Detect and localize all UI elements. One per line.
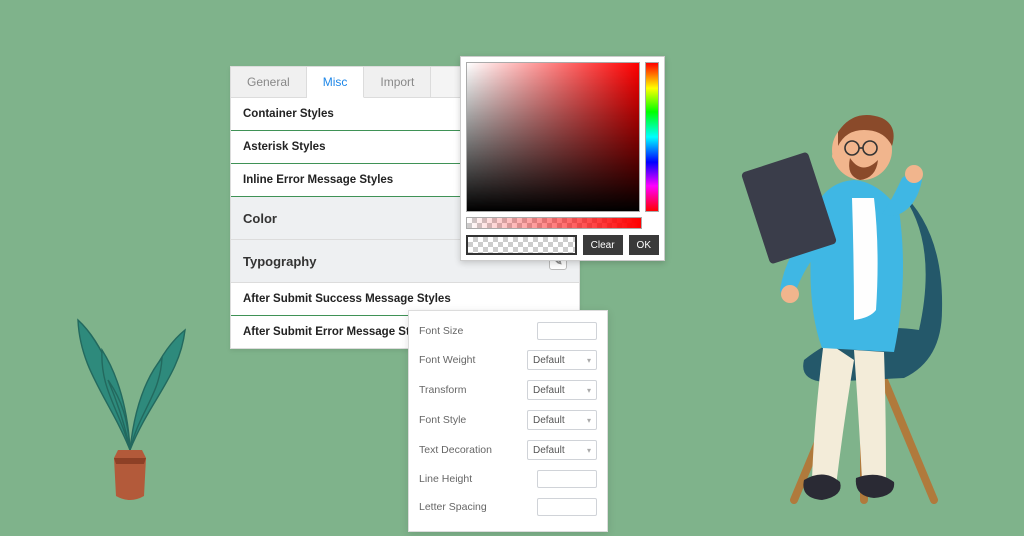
saturation-value-area[interactable] [466,62,640,212]
alpha-slider[interactable] [466,217,642,229]
person-illustration [704,60,1004,520]
letter-spacing-label: Letter Spacing [419,501,531,513]
plant-illustration [60,280,200,510]
ok-button[interactable]: OK [629,235,659,255]
text-decoration-label: Text Decoration [419,444,521,456]
typography-popup: Font Size Font Weight Default▾ Transform… [408,310,608,532]
transform-select[interactable]: Default▾ [527,380,597,400]
hue-slider[interactable] [645,62,659,212]
clear-button[interactable]: Clear [583,235,623,255]
tab-misc[interactable]: Misc [307,67,365,98]
line-height-label: Line Height [419,473,531,485]
font-weight-select[interactable]: Default▾ [527,350,597,370]
letter-spacing-input[interactable] [537,498,597,516]
color-preview-swatch [466,235,577,255]
text-decoration-select[interactable]: Default▾ [527,440,597,460]
section-color-label: Color [243,211,277,226]
font-style-select[interactable]: Default▾ [527,410,597,430]
font-size-label: Font Size [419,325,531,337]
line-height-input[interactable] [537,470,597,488]
transform-label: Transform [419,384,521,396]
chevron-down-icon: ▾ [587,416,591,425]
tab-general[interactable]: General [231,67,307,97]
color-picker: Clear OK [460,56,665,261]
chevron-down-icon: ▾ [587,386,591,395]
chevron-down-icon: ▾ [587,356,591,365]
section-typography-label: Typography [243,254,316,269]
chevron-down-icon: ▾ [587,446,591,455]
font-size-input[interactable] [537,322,597,340]
font-weight-label: Font Weight [419,354,521,366]
tab-import[interactable]: Import [364,67,431,97]
font-style-label: Font Style [419,414,521,426]
